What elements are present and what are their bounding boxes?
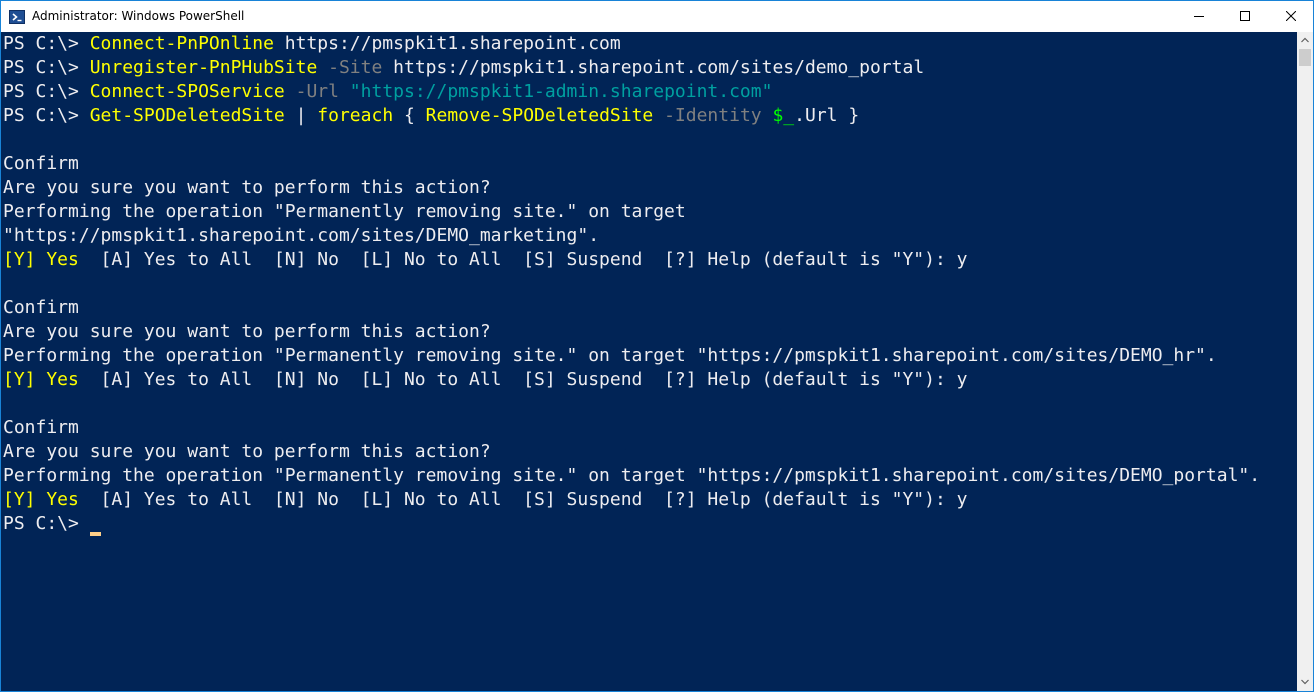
- command-line: PS C:\> Unregister-PnPHubSite -Site http…: [3, 56, 924, 80]
- close-button[interactable]: [1268, 1, 1313, 32]
- confirm-heading: Confirm: [3, 297, 79, 318]
- yes-option: [Y] Yes: [3, 489, 79, 510]
- confirm-options: [Y] Yes [A] Yes to All [N] No [L] No to …: [3, 248, 968, 272]
- minimize-button[interactable]: [1176, 1, 1222, 32]
- scroll-up-button[interactable]: [1297, 32, 1313, 49]
- confirm-options: [Y] Yes [A] Yes to All [N] No [L] No to …: [3, 488, 968, 512]
- cmdlet: foreach: [317, 105, 394, 126]
- minimize-icon: [1194, 16, 1204, 17]
- vertical-scrollbar[interactable]: [1297, 32, 1313, 691]
- confirm-operation: Performing the operation "Permanently re…: [3, 345, 1217, 366]
- parameter: -Url: [284, 81, 339, 102]
- confirm-options: [Y] Yes [A] Yes to All [N] No [L] No to …: [3, 368, 968, 392]
- prompt: PS C:\>: [3, 81, 90, 102]
- other-options: [A] Yes to All [N] No [L] No to All [S] …: [78, 249, 968, 270]
- cmdlet: Connect-PnPOnline: [89, 33, 274, 54]
- maximize-icon: [1240, 11, 1250, 21]
- cmdlet: Get-SPODeletedSite: [89, 105, 285, 126]
- parameter: -Site: [317, 57, 383, 78]
- powershell-window: Administrator: Windows PowerShell PS C:\…: [0, 0, 1314, 692]
- string-argument: "https://pmspkit1-admin.sharepoint.com": [338, 81, 773, 102]
- command-line: PS C:\> Connect-PnPOnline https://pmspki…: [3, 32, 621, 56]
- yes-option: [Y] Yes: [3, 249, 79, 270]
- yes-option: [Y] Yes: [3, 369, 79, 390]
- other-options: [A] Yes to All [N] No [L] No to All [S] …: [78, 489, 968, 510]
- pipe: |: [284, 105, 318, 126]
- confirm-operation: Performing the operation "Permanently re…: [3, 465, 1261, 486]
- argument: https://pmspkit1.sharepoint.com: [273, 33, 621, 54]
- confirm-operation: "https://pmspkit1.sharepoint.com/sites/D…: [3, 225, 600, 246]
- variable: $_: [772, 105, 795, 126]
- scroll-thumb[interactable]: [1299, 49, 1311, 66]
- chevron-down-icon: [1301, 679, 1309, 685]
- maximize-button[interactable]: [1222, 1, 1268, 32]
- confirm-question: Are you sure you want to perform this ac…: [3, 321, 491, 342]
- parameter: -Identity: [653, 105, 762, 126]
- window-title: Administrator: Windows PowerShell: [32, 9, 245, 23]
- confirm-heading: Confirm: [3, 417, 79, 438]
- powershell-icon: [9, 10, 25, 24]
- command-line: PS C:\> Connect-SPOService -Url "https:/…: [3, 80, 772, 104]
- cmdlet: Unregister-PnPHubSite: [89, 57, 318, 78]
- other-options: [A] Yes to All [N] No [L] No to All [S] …: [78, 369, 968, 390]
- text-cursor: [90, 532, 101, 536]
- close-icon: [1286, 11, 1296, 21]
- confirm-operation: Performing the operation "Permanently re…: [3, 201, 686, 222]
- confirm-question: Are you sure you want to perform this ac…: [3, 441, 491, 462]
- prompt: PS C:\>: [3, 57, 90, 78]
- console-output[interactable]: PS C:\> Connect-PnPOnline https://pmspki…: [1, 32, 1297, 691]
- command-line: PS C:\> Get-SPODeletedSite | foreach { R…: [3, 104, 859, 128]
- prompt: PS C:\>: [3, 105, 90, 126]
- confirm-heading: Confirm: [3, 153, 79, 174]
- confirm-question: Are you sure you want to perform this ac…: [3, 177, 491, 198]
- brace: {: [393, 105, 426, 126]
- scroll-down-button[interactable]: [1297, 674, 1313, 691]
- chevron-up-icon: [1301, 37, 1309, 43]
- cmdlet: Connect-SPOService: [89, 81, 285, 102]
- title-bar[interactable]: Administrator: Windows PowerShell: [1, 1, 1313, 32]
- final-prompt[interactable]: PS C:\>: [3, 512, 90, 536]
- argument: .Url }: [794, 105, 860, 126]
- cmdlet: Remove-SPODeletedSite: [425, 105, 654, 126]
- argument: https://pmspkit1.sharepoint.com/sites/de…: [382, 57, 925, 78]
- prompt: PS C:\>: [3, 33, 90, 54]
